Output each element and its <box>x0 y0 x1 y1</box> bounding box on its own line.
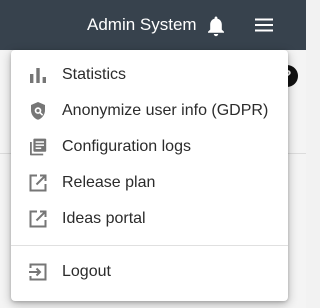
logout-icon <box>28 262 48 282</box>
menu-item-label: Logout <box>62 263 111 280</box>
menu-item-ideas-portal[interactable]: Ideas portal <box>11 201 288 237</box>
menu-item-statistics[interactable]: Statistics <box>11 57 288 93</box>
menu-item-label: Statistics <box>62 66 127 83</box>
menu-divider <box>11 245 288 246</box>
app-title: Admin System <box>87 15 197 34</box>
menu-item-label: Anonymize user info (GDPR) <box>62 102 269 119</box>
menu-item-anonymize-user-info[interactable]: Anonymize user info (GDPR) <box>11 93 288 129</box>
top-navigation-bar: Admin System <box>0 0 306 50</box>
bar-chart-icon <box>28 65 48 85</box>
menu-item-release-plan[interactable]: Release plan <box>11 165 288 201</box>
shield-user-icon <box>28 101 48 121</box>
menu-item-label: Release plan <box>62 174 156 191</box>
open-in-new-icon <box>28 173 48 193</box>
menu-item-configuration-logs[interactable]: Configuration logs <box>11 129 288 165</box>
menu-item-label: Configuration logs <box>62 138 191 155</box>
library-books-icon <box>28 137 48 157</box>
menu-item-label: Ideas portal <box>62 210 146 227</box>
bell-icon[interactable] <box>206 15 226 37</box>
open-in-new-icon <box>28 209 48 229</box>
menu-item-logout[interactable]: Logout <box>11 254 288 290</box>
hamburger-menu-icon[interactable] <box>254 16 274 34</box>
admin-dropdown-menu: Statistics Anonymize user info (GDPR) Co… <box>11 50 288 301</box>
